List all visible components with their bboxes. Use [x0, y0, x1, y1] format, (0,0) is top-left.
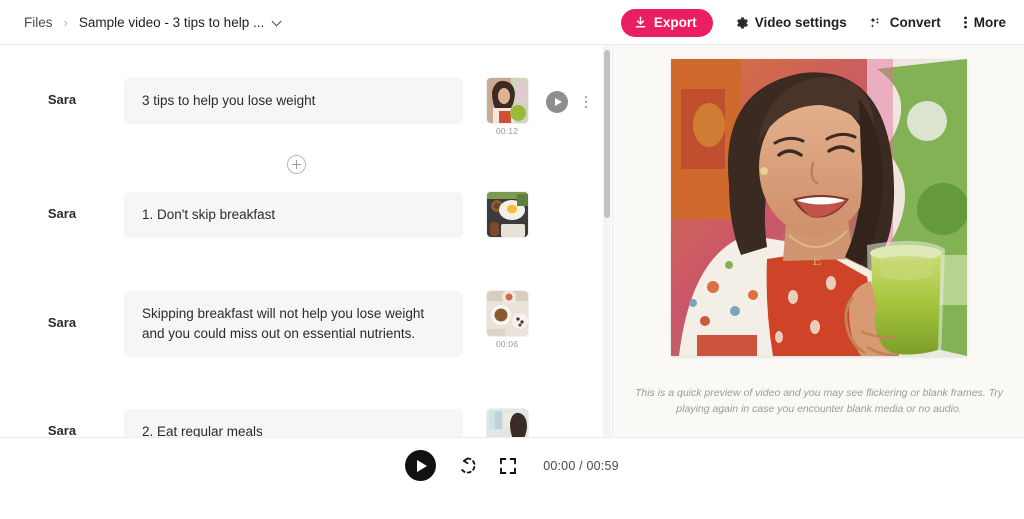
time-display: 00:00 / 00:59: [543, 459, 619, 473]
row-thumbnail-wrap[interactable]: [478, 409, 536, 437]
breadcrumb: Files › Sample video - 3 tips to help ..…: [24, 15, 283, 30]
app-header: Files › Sample video - 3 tips to help ..…: [0, 0, 1024, 45]
row-thumbnail-wrap[interactable]: [478, 192, 536, 240]
sparkle-convert-icon: [869, 16, 884, 30]
video-settings-button[interactable]: Video settings: [735, 15, 847, 30]
breadcrumb-separator-icon: ›: [64, 15, 68, 30]
row-speaker-name: Sara: [0, 78, 124, 107]
row-duration: 00:06: [496, 339, 518, 349]
video-settings-label: Video settings: [755, 15, 847, 30]
row-speaker-name: Sara: [0, 192, 124, 221]
preview-panel: E This is a quick preview of video and y…: [612, 45, 1024, 437]
player-controls: 00:00 / 00:59: [0, 450, 1024, 481]
convert-label: Convert: [890, 15, 941, 30]
row-text-input[interactable]: 3 tips to help you lose weight: [124, 78, 463, 124]
script-panel: Sara 3 tips to help you lose weight: [0, 45, 611, 437]
row-thumbnail-wrap[interactable]: 00:12: [478, 78, 536, 136]
preview-note: This is a quick preview of video and you…: [631, 385, 1007, 417]
script-row[interactable]: Sara 1. Don't skip breakfast: [0, 192, 600, 240]
row-text-input[interactable]: Skipping breakfast will not help you los…: [124, 291, 463, 357]
row-duration: 00:12: [496, 126, 518, 136]
play-button[interactable]: [405, 450, 436, 481]
script-rows: Sara 3 tips to help you lose weight: [0, 45, 600, 437]
script-scrollbar-thumb[interactable]: [604, 50, 610, 218]
export-button[interactable]: Export: [621, 9, 713, 37]
row-speaker-name: Sara: [0, 291, 124, 330]
script-scrollbar-track[interactable]: [603, 45, 611, 437]
row-actions: [546, 78, 593, 113]
add-scene-row: [0, 155, 600, 174]
convert-button[interactable]: Convert: [869, 15, 941, 30]
row-text-input[interactable]: 2. Eat regular meals: [124, 409, 463, 437]
kebab-icon: [963, 15, 968, 30]
row-thumbnail[interactable]: [487, 192, 528, 237]
row-kebab-icon[interactable]: [579, 92, 593, 112]
plus-circle-icon[interactable]: [287, 155, 306, 174]
download-icon: [634, 16, 647, 29]
video-preview[interactable]: E: [671, 59, 967, 356]
more-button[interactable]: More: [963, 15, 1006, 30]
restart-loop-icon[interactable]: [458, 456, 477, 475]
row-thumbnail-wrap[interactable]: 00:06: [478, 291, 536, 349]
header-actions: Export Video settings: [621, 0, 1006, 45]
row-text-input[interactable]: 1. Don't skip breakfast: [124, 192, 463, 238]
breadcrumb-current-title[interactable]: Sample video - 3 tips to help ...: [79, 15, 264, 30]
fullscreen-icon[interactable]: [499, 457, 517, 475]
script-row[interactable]: Sara 2. Eat regular meals: [0, 409, 600, 437]
row-thumbnail[interactable]: [487, 409, 528, 437]
video-editor-window: Files › Sample video - 3 tips to help ..…: [0, 0, 1024, 519]
script-row[interactable]: Sara Skipping breakfast will not help yo…: [0, 291, 600, 357]
chevron-down-icon[interactable]: [273, 17, 283, 27]
gear-icon: [735, 16, 749, 30]
export-button-label: Export: [654, 15, 697, 30]
row-thumbnail[interactable]: [487, 291, 528, 336]
breadcrumb-files-link[interactable]: Files: [24, 15, 53, 30]
svg-text:E: E: [812, 254, 822, 269]
player-bar: 00:00 / 00:59: [0, 437, 1024, 519]
row-play-icon[interactable]: [546, 91, 568, 113]
script-row[interactable]: Sara 3 tips to help you lose weight: [0, 78, 600, 136]
row-thumbnail[interactable]: [487, 78, 528, 123]
row-speaker-name: Sara: [0, 409, 124, 437]
more-label: More: [974, 15, 1006, 30]
